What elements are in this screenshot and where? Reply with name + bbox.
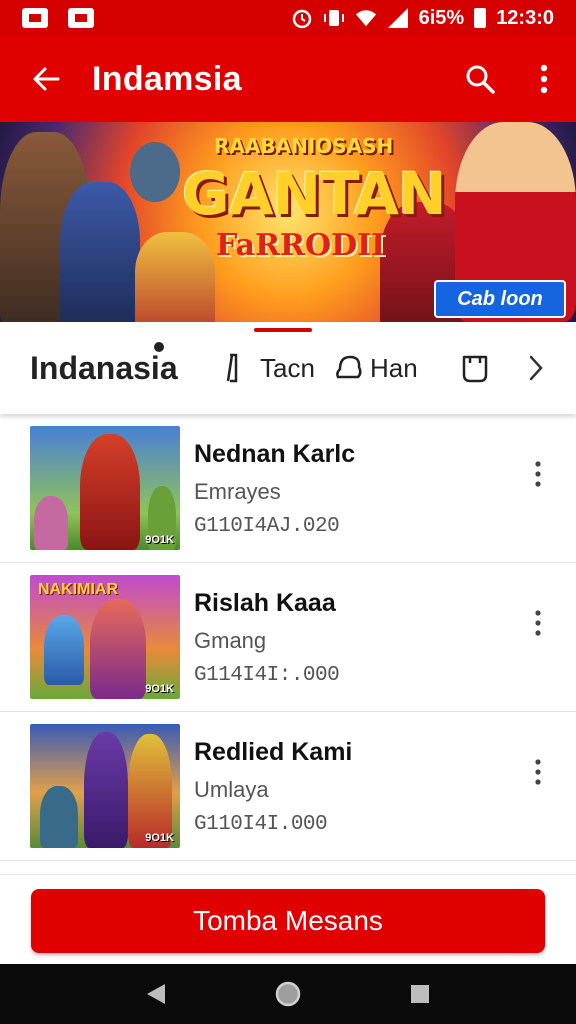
banner-character: [60, 182, 140, 322]
bracket-icon: [226, 353, 238, 383]
nav-home-button[interactable]: [258, 964, 318, 1024]
item-menu-button[interactable]: [522, 756, 554, 788]
bell-icon: [336, 355, 362, 379]
tab-han[interactable]: Han: [332, 322, 458, 414]
back-button[interactable]: [0, 36, 92, 122]
bottom-action-bar: Tomba Mesans: [0, 874, 576, 964]
item-menu-button[interactable]: [522, 458, 554, 490]
item-number: G114I4I:.000: [194, 664, 340, 687]
more-vertical-icon: [535, 610, 541, 636]
status-time: 12:3:0: [496, 6, 554, 29]
game-list: 9O1K Nednan Karlc Emrayes G110I4AJ.020 N…: [0, 414, 576, 874]
tab-indicator: [254, 328, 312, 332]
arrow-left-icon: [33, 67, 60, 91]
signal-icon: [387, 7, 409, 29]
item-subtitle: Umlaya: [194, 777, 269, 802]
tab-label: Han: [370, 352, 418, 383]
tab-label: Indanasia: [30, 349, 178, 386]
square-recents-icon: [411, 985, 429, 1003]
primary-action-button[interactable]: Tomba Mesans: [31, 889, 545, 953]
tab-indanasia[interactable]: Indanasia: [0, 322, 222, 414]
item-number: G110I4AJ.020: [194, 515, 340, 538]
nav-back-button[interactable]: [126, 964, 186, 1024]
tab-tacn[interactable]: Tacn: [222, 322, 326, 414]
item-title: Nednan Karlc: [194, 440, 356, 468]
more-vertical-icon: [535, 759, 541, 785]
thumb-tag: 9O1K: [145, 534, 174, 546]
thumb-tag: 9O1K: [145, 683, 174, 695]
item-menu-button[interactable]: [522, 607, 554, 639]
thumb-title: NAKIMIAR: [38, 581, 118, 598]
banner-cta-button[interactable]: Cab loon: [434, 280, 566, 318]
more-vertical-icon: [535, 461, 541, 487]
search-icon: [466, 65, 495, 94]
message-icon: [68, 8, 94, 28]
banner-title: GANTAN: [182, 160, 447, 228]
banner-kicker: RAABANIOSASH: [214, 134, 394, 158]
item-number: G110I4I.000: [194, 813, 328, 836]
nav-recents-button[interactable]: [390, 964, 450, 1024]
system-nav-bar: [0, 964, 576, 1024]
game-thumbnail: NAKIMIAR 9O1K: [30, 575, 180, 699]
status-bar: 6i5% 12:3:0: [0, 0, 576, 36]
battery-icon: [474, 8, 487, 28]
notification-icon: [22, 8, 48, 28]
wifi-icon: [355, 7, 377, 29]
battery-percent: 6i5%: [418, 6, 465, 29]
circle-home-icon: [275, 981, 301, 1007]
banner-subtitle: FaRRODII: [216, 228, 386, 263]
game-thumbnail: 9O1K: [30, 724, 180, 848]
item-subtitle: Gmang: [194, 628, 267, 653]
vibrate-icon: [323, 7, 345, 29]
banner-character: [135, 232, 215, 322]
item-subtitle: Emrayes: [194, 479, 281, 504]
thumb-tag: 9O1K: [145, 832, 174, 844]
list-item[interactable]: 9O1K Redlied Kami Umlaya G110I4I.000: [0, 712, 576, 861]
more-vertical-icon: [540, 64, 548, 94]
badge-icon: [462, 355, 488, 383]
list-item[interactable]: NAKIMIAR 9O1K Rislah Kaaa Gmang G114I4I:…: [0, 563, 576, 712]
banner-character: [130, 142, 180, 202]
list-item[interactable]: 9O1K Nednan Karlc Emrayes G110I4AJ.020: [0, 414, 576, 563]
page-title: Indamsia: [92, 59, 242, 98]
promo-banner[interactable]: RAABANIOSASH GANTAN FaRRODII Cab loon: [0, 122, 576, 322]
triangle-back-icon: [147, 984, 165, 1004]
app-bar: Indamsia: [0, 36, 576, 122]
tabs-scroll-right[interactable]: [516, 322, 556, 414]
category-tabs: Indanasia Tacn Han: [0, 322, 576, 414]
chevron-right-icon: [529, 355, 543, 381]
item-title: Rislah Kaaa: [194, 589, 336, 617]
dot-icon: [154, 342, 164, 352]
overflow-menu-button[interactable]: [512, 36, 576, 122]
item-title: Redlied Kami: [194, 738, 353, 766]
tab-badge[interactable]: [458, 322, 516, 414]
search-button[interactable]: [448, 36, 512, 122]
tab-label: Tacn: [260, 352, 315, 383]
game-thumbnail: 9O1K: [30, 426, 180, 550]
alarm-icon: [291, 7, 313, 29]
